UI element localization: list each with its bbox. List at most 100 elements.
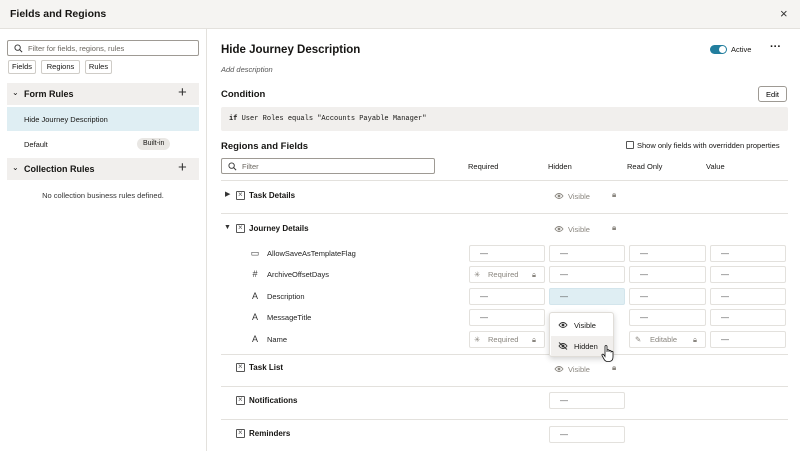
read-only-cell[interactable]: —	[629, 309, 706, 326]
pencil-icon: ✎	[635, 335, 642, 344]
dropdown-option-visible[interactable]: Visible	[551, 315, 613, 335]
built-in-badge: Built-in	[137, 138, 171, 150]
hidden-cell[interactable]: —	[549, 245, 625, 262]
asterisk-icon: ✳︎	[474, 270, 481, 279]
dialog-header	[0, 0, 800, 29]
visible-text: Visible	[568, 365, 590, 374]
rule-item-hide-journey-description[interactable]: Hide Journey Description	[7, 107, 199, 131]
required-cell[interactable]: ✳︎ Required 🔒︎	[469, 331, 545, 348]
chip-regions[interactable]: Regions	[41, 60, 80, 74]
rules-search-input[interactable]	[28, 42, 193, 54]
read-only-cell[interactable]: —	[629, 266, 706, 283]
eye-icon	[558, 322, 568, 328]
text-field-icon: A	[251, 312, 258, 322]
visible-text: Visible	[568, 225, 590, 234]
read-only-cell[interactable]: —	[629, 288, 706, 305]
rules-search-box	[7, 40, 199, 56]
value-cell[interactable]: —	[710, 245, 786, 262]
field-label: MessageTitle	[267, 313, 312, 322]
text-field-icon: A	[251, 334, 258, 344]
add-collection-rule-icon[interactable]: +	[178, 159, 187, 176]
region-icon	[236, 395, 245, 405]
override-only-checkbox[interactable]	[626, 141, 634, 149]
edit-condition-button[interactable]: Edit	[758, 86, 787, 102]
chip-fields[interactable]: Fields	[8, 60, 36, 74]
eye-icon	[554, 193, 564, 199]
rule-item-default[interactable]: Default Built-in	[7, 132, 199, 156]
collapse-icon[interactable]: ▼	[224, 224, 231, 231]
dropdown-option-label: Visible	[574, 321, 596, 330]
dropdown-option-label: Hidden	[574, 342, 598, 351]
required-text: Required	[488, 270, 519, 279]
condition-expression: User Roles equals "Accounts Payable Mana…	[241, 115, 427, 123]
region-icon	[236, 223, 245, 233]
lock-icon: 🔒︎	[693, 335, 697, 344]
region-notifications[interactable]: Notifications	[249, 396, 297, 405]
field-label: ArchiveOffsetDays	[267, 270, 329, 279]
form-rules-section[interactable]: ⌄ Form Rules +	[7, 83, 199, 105]
eye-icon	[554, 366, 564, 372]
hidden-cell[interactable]: —	[549, 426, 625, 443]
chevron-down-icon[interactable]: ⌄	[12, 163, 19, 172]
region-icon	[236, 362, 245, 372]
region-reminders[interactable]: Reminders	[249, 429, 290, 438]
chevron-down-icon[interactable]: ⌄	[12, 88, 19, 97]
collection-rules-title: Collection Rules	[24, 164, 95, 174]
override-only-label: Show only fields with overridden propert…	[637, 141, 780, 150]
condition-keyword: if	[229, 115, 238, 123]
value-cell[interactable]: —	[710, 266, 786, 283]
column-header-value: Value	[706, 162, 725, 171]
hidden-cell[interactable]: —	[549, 266, 625, 283]
read-only-cell[interactable]: ✎ Editable 🔒︎	[629, 331, 706, 348]
required-cell[interactable]: —	[469, 245, 545, 262]
divider	[221, 213, 788, 214]
more-options-icon[interactable]: ···	[770, 41, 781, 53]
fields-filter-box	[221, 158, 435, 174]
rule-item-label: Default	[24, 140, 48, 149]
editable-text: Editable	[650, 335, 678, 344]
lock-icon: 🔒︎	[532, 335, 536, 344]
lock-icon: 🔒︎	[612, 363, 617, 372]
eye-off-icon	[558, 342, 568, 350]
column-header-read-only: Read Only	[627, 162, 663, 171]
region-task-details[interactable]: Task Details	[249, 191, 295, 200]
hand-cursor-icon	[601, 345, 614, 362]
asterisk-icon: ✳︎	[474, 335, 481, 344]
lock-icon: 🔒︎	[532, 270, 536, 279]
expand-icon[interactable]: ▶	[225, 190, 230, 198]
close-icon[interactable]: ×	[780, 6, 788, 21]
collection-rules-section[interactable]: ⌄ Collection Rules +	[7, 158, 199, 180]
divider	[221, 180, 788, 181]
divider	[221, 354, 788, 355]
visible-text: Visible	[568, 192, 590, 201]
search-icon	[228, 162, 237, 171]
rule-title: Hide Journey Description	[221, 44, 361, 56]
chip-rules[interactable]: Rules	[85, 60, 112, 74]
form-rules-title: Form Rules	[24, 89, 74, 99]
rule-item-label: Hide Journey Description	[24, 115, 108, 124]
required-cell[interactable]: —	[469, 288, 545, 305]
value-cell[interactable]: —	[710, 309, 786, 326]
fields-filter-input[interactable]	[242, 160, 427, 172]
required-cell[interactable]: ✳︎ Required 🔒︎	[469, 266, 545, 283]
condition-expression-box: if User Roles equals "Accounts Payable M…	[221, 107, 788, 131]
region-journey-details[interactable]: Journey Details	[249, 224, 309, 233]
add-description-link[interactable]: Add description	[221, 65, 273, 74]
search-icon	[14, 44, 23, 53]
value-cell[interactable]: —	[710, 288, 786, 305]
hidden-cell[interactable]: —	[549, 392, 625, 409]
region-icon	[236, 428, 245, 438]
lock-icon: 🔒︎	[612, 190, 617, 199]
hidden-cell-selected[interactable]: —	[549, 288, 625, 305]
active-toggle[interactable]	[710, 45, 727, 54]
field-label: Description	[267, 292, 305, 301]
add-form-rule-icon[interactable]: +	[178, 84, 187, 101]
lock-icon: 🔒︎	[612, 223, 617, 232]
value-cell[interactable]: —	[710, 331, 786, 348]
column-header-hidden: Hidden	[548, 162, 572, 171]
required-cell[interactable]: —	[469, 309, 545, 326]
region-task-list[interactable]: Task List	[249, 363, 283, 372]
divider	[221, 419, 788, 420]
read-only-cell[interactable]: —	[629, 245, 706, 262]
toggle-field-icon: ▭	[250, 248, 260, 258]
